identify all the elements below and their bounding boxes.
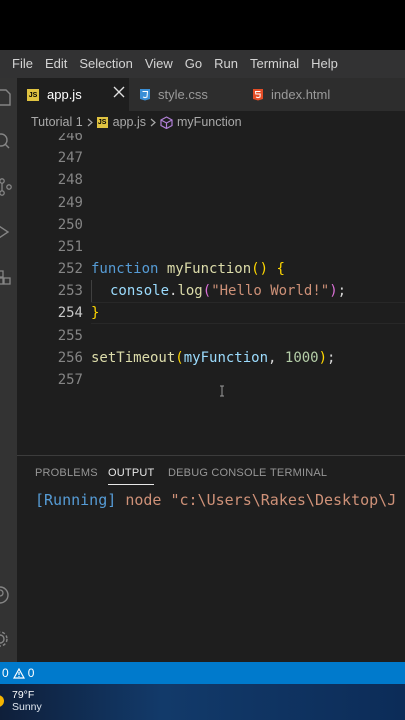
output-text: [Running] node "c:\Users\Rakes\Desktop\J xyxy=(35,491,405,509)
code-line: 257 xyxy=(17,369,405,391)
line-number: 250 xyxy=(57,217,83,233)
code-line-current: 254 } xyxy=(17,302,405,324)
tab-index-html[interactable]: index.html xyxy=(242,78,405,111)
tab-app-js[interactable]: JS app.js xyxy=(17,78,129,111)
code-text: } xyxy=(91,305,100,321)
line-number: 255 xyxy=(57,328,83,344)
tab-problems[interactable]: PROBLEMS xyxy=(35,467,98,479)
warning-icon[interactable] xyxy=(12,667,25,679)
breadcrumb: Tutorial 1 JS app.js myFunction xyxy=(17,111,405,133)
chevron-right-icon xyxy=(87,118,93,127)
js-file-icon: JS xyxy=(27,88,39,101)
panel-tabs: PROBLEMS OUTPUT DEBUG CONSOLE TERMINAL xyxy=(17,456,405,490)
code-line: 255 xyxy=(17,325,405,347)
run-debug-icon[interactable] xyxy=(0,223,17,241)
line-number: 251 xyxy=(57,239,83,255)
output-command: node "c:\Users\Rakes\Desktop\J xyxy=(125,491,397,509)
chevron-right-icon xyxy=(150,118,156,127)
code-line: 253 console.log("Hello World!"); xyxy=(17,280,405,302)
status-bar: 0 0 xyxy=(0,662,405,684)
line-number: 257 xyxy=(57,372,83,388)
line-number: 252 xyxy=(57,261,83,277)
tab-output[interactable]: OUTPUT xyxy=(108,467,155,485)
line-number: 248 xyxy=(57,172,83,188)
breadcrumb-symbol[interactable]: myFunction xyxy=(177,115,242,129)
weather-condition: Sunny xyxy=(12,701,42,713)
explorer-icon[interactable] xyxy=(0,88,17,106)
temperature: 79°F xyxy=(12,689,35,701)
code-text: function myFunction() { xyxy=(91,261,285,277)
code-line: 246 xyxy=(17,133,405,147)
top-black-bar xyxy=(0,0,405,50)
weather-widget[interactable]: 79°F Sunny xyxy=(12,689,42,713)
source-control-icon[interactable] xyxy=(0,178,17,196)
line-number: 256 xyxy=(57,350,83,366)
taskbar: 79°F Sunny xyxy=(0,684,405,720)
code-line: 247 xyxy=(17,147,405,169)
tab-label: app.js xyxy=(47,87,82,102)
settings-gear-icon[interactable] xyxy=(0,630,17,648)
breadcrumb-file[interactable]: app.js xyxy=(113,115,146,129)
code-line: 248 xyxy=(17,169,405,191)
code-line: 249 xyxy=(17,192,405,214)
menu-edit[interactable]: Edit xyxy=(39,50,73,78)
text-cursor-icon xyxy=(219,385,225,401)
error-count[interactable]: 0 xyxy=(2,666,9,680)
line-number: 249 xyxy=(57,195,83,211)
tab-label: index.html xyxy=(271,87,331,102)
code-editor[interactable]: 246 247 248 249 250 251 252 function myF… xyxy=(17,133,405,455)
tab-debug-console[interactable]: DEBUG CONSOLE xyxy=(168,467,267,479)
code-text: setTimeout(myFunction, 1000); xyxy=(91,350,336,366)
weather-sun-icon[interactable] xyxy=(0,691,8,716)
menu-selection[interactable]: Selection xyxy=(73,50,138,78)
code-line: 250 xyxy=(17,214,405,236)
bottom-panel: PROBLEMS OUTPUT DEBUG CONSOLE TERMINAL [… xyxy=(17,455,405,663)
tab-label: style.css xyxy=(158,87,208,102)
extensions-icon[interactable] xyxy=(0,268,17,286)
tab-terminal[interactable]: TERMINAL xyxy=(270,467,327,479)
tab-style-css[interactable]: style.css xyxy=(129,78,242,111)
line-number: 254 xyxy=(57,305,83,321)
code-line: 252 function myFunction() { xyxy=(17,258,405,280)
menu-bar: File Edit Selection View Go Run Terminal… xyxy=(0,50,405,78)
account-icon[interactable] xyxy=(0,586,17,604)
activity-bar xyxy=(0,78,17,662)
code-line: 256 setTimeout(myFunction, 1000); xyxy=(17,347,405,369)
current-line-highlight xyxy=(91,302,405,324)
menu-terminal[interactable]: Terminal xyxy=(244,50,305,78)
menu-file[interactable]: File xyxy=(0,50,39,78)
line-number: 253 xyxy=(57,283,83,299)
menu-help[interactable]: Help xyxy=(305,50,344,78)
close-icon[interactable] xyxy=(113,86,125,101)
output-running-tag: [Running] xyxy=(35,491,117,509)
js-file-icon: JS xyxy=(96,116,108,128)
code-text: console.log("Hello World!"); xyxy=(110,283,347,299)
menu-go[interactable]: Go xyxy=(179,50,208,78)
css-file-icon xyxy=(139,88,151,101)
search-icon[interactable] xyxy=(0,133,17,151)
line-number: 247 xyxy=(57,150,83,166)
editor-tab-bar: JS app.js style.css index.html xyxy=(17,78,405,111)
menu-view[interactable]: View xyxy=(139,50,179,78)
html-file-icon xyxy=(252,88,264,101)
menu-run[interactable]: Run xyxy=(208,50,244,78)
code-line: 251 xyxy=(17,236,405,258)
function-symbol-icon xyxy=(160,115,173,129)
warning-count[interactable]: 0 xyxy=(28,666,35,680)
breadcrumb-folder[interactable]: Tutorial 1 xyxy=(31,115,83,129)
line-number: 246 xyxy=(57,133,83,144)
